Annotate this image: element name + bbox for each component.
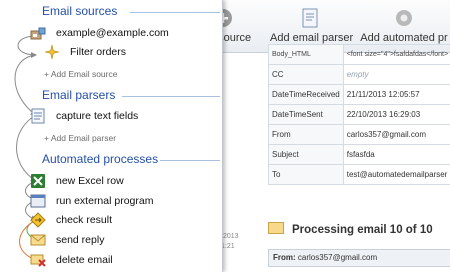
table-value: <font size="4">fsafdafdas</font>	[342, 44, 450, 65]
list-item-label: new Excel row	[56, 175, 124, 187]
excel-icon	[31, 174, 45, 188]
table-row: Body_HTML <font size="4">fsafdafdas</fon…	[268, 44, 450, 65]
list-item-delete-email[interactable]: delete email	[30, 251, 113, 269]
date-fragment: /2013	[221, 233, 239, 240]
list-item-email-source[interactable]: example@example.com	[30, 24, 169, 42]
table-key: To	[268, 164, 344, 185]
list-item-label: delete email	[56, 254, 113, 266]
section-title-email-parsers: Email parsers	[42, 88, 116, 102]
section-divider	[122, 96, 220, 97]
table-value: 21/11/2013 12:05:57	[342, 84, 450, 105]
list-item-send-reply[interactable]: send reply	[30, 231, 104, 249]
gear-icon	[396, 10, 412, 26]
table-value: test@automatedemailparser	[342, 164, 450, 185]
table-key: Body_HTML	[268, 44, 344, 65]
section-title-email-sources: Email sources	[42, 4, 118, 18]
from-bar: From: carlos357@gmail.com	[268, 249, 450, 267]
list-item-label: check result	[56, 214, 113, 226]
list-item-label: send reply	[56, 234, 105, 246]
envelope-icon	[30, 234, 46, 246]
table-value: empty	[342, 64, 450, 85]
list-item-new-excel-row[interactable]: new Excel row	[30, 172, 124, 190]
section-title-automated-processes: Automated processes	[42, 152, 159, 166]
list-item-label: capture text fields	[56, 110, 139, 122]
table-value: 22/10/2013 16:29:03	[342, 104, 450, 125]
document-icon	[31, 108, 45, 124]
table-row: DateTimeSent 22/10/2013 16:29:03	[268, 104, 450, 125]
table-row: CC empty	[268, 64, 450, 85]
list-item-label: example@example.com	[56, 27, 169, 39]
program-window-icon	[30, 194, 46, 208]
processing-text: Processing email 10 of 10	[292, 224, 433, 236]
from-value: carlos357@gmail.com	[297, 253, 378, 262]
email-details-table: Body_HTML <font size="4">fsafdafdas</fon…	[268, 44, 450, 185]
filter-sparkle-icon	[44, 44, 60, 60]
section-divider	[130, 12, 220, 13]
envelope-icon	[268, 222, 284, 234]
workflow-panel: Email sources example@example.com Filter…	[0, 0, 223, 272]
table-row: From carlos357@gmail.com	[268, 124, 450, 145]
delete-email-icon	[30, 254, 46, 267]
table-key: Subject	[268, 144, 344, 165]
table-key: DateTimeSent	[268, 104, 344, 125]
processing-status: Processing email 10 of 10	[268, 222, 433, 236]
document-icon	[302, 8, 318, 28]
table-key: CC	[268, 64, 344, 85]
list-item-filter-orders[interactable]: Filter orders	[44, 43, 126, 61]
table-row: To test@automatedemailparser	[268, 164, 450, 185]
decision-diamond-icon	[30, 212, 46, 228]
table-row: DateTimeReceived 21/11/2013 12:05:57	[268, 84, 450, 105]
table-value: carlos357@gmail.com	[342, 124, 450, 145]
table-key: From	[268, 124, 344, 145]
table-row: Subject fsfasfda	[268, 144, 450, 165]
list-item-label: run external program	[56, 195, 154, 207]
list-item-run-external-program[interactable]: run external program	[30, 192, 153, 210]
list-item-capture-text-fields[interactable]: capture text fields	[30, 107, 138, 125]
add-email-parser-link[interactable]: + Add Email parser	[44, 133, 116, 143]
section-divider	[160, 160, 220, 161]
table-value: fsfasfda	[342, 144, 450, 165]
time-fragment: 1:21	[221, 243, 235, 250]
list-item-check-result[interactable]: check result	[30, 211, 112, 229]
add-email-source-link[interactable]: + Add Email source	[44, 69, 117, 79]
from-label: From:	[273, 253, 296, 262]
list-item-label: Filter orders	[70, 46, 127, 58]
table-key: DateTimeReceived	[268, 84, 344, 105]
mailbox-icon	[30, 27, 46, 40]
